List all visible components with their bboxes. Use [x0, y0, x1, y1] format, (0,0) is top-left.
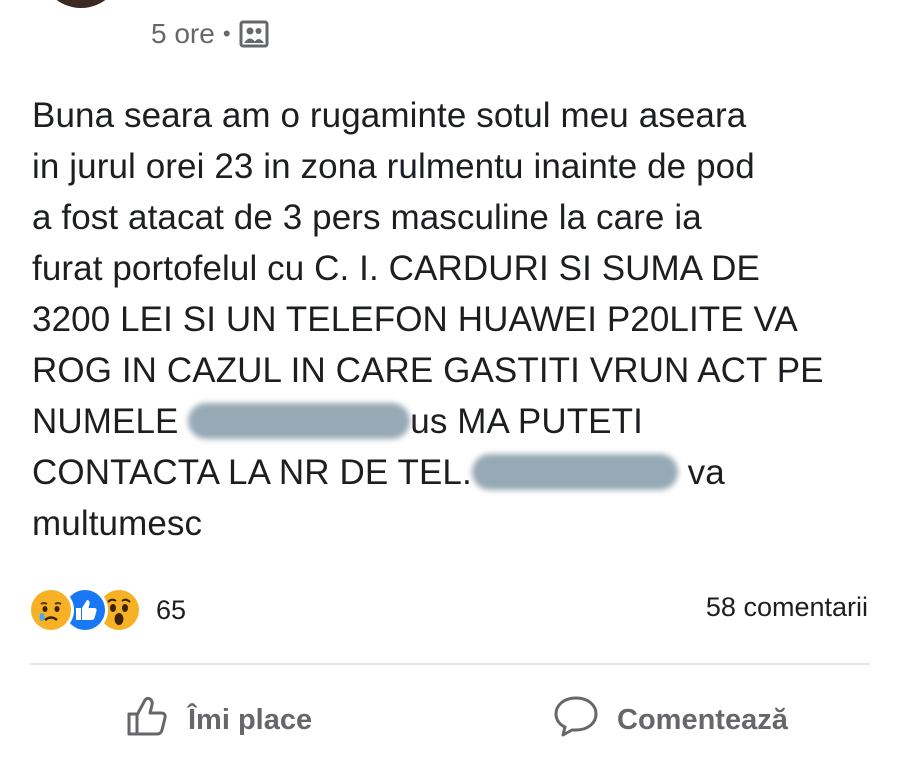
post-line-segment: va — [677, 453, 725, 492]
post-line-segment: NUMELE — [32, 402, 189, 441]
post-line: furat portofelul cu C. I. CARDURI SI SUM… — [32, 249, 760, 288]
reaction-summary[interactable]: 65 — [28, 587, 186, 633]
like-label: Îmi place — [188, 703, 313, 736]
friends-icon[interactable] — [239, 20, 269, 48]
post-body: Buna seara am o rugaminte sotul meu asea… — [32, 90, 882, 549]
redacted-name — [188, 402, 411, 439]
post-line-segment: us MA PUTETI — [410, 402, 643, 441]
comments-count[interactable]: 58 comentarii — [706, 592, 868, 623]
post-line: 3200 LEI SI UN TELEFON HUAWEI P20LITE VA — [32, 300, 798, 339]
post-time[interactable]: 5 ore — [151, 18, 215, 50]
post-line: multumesc — [32, 504, 203, 543]
divider — [30, 663, 870, 665]
author-avatar[interactable] — [40, 0, 122, 8]
thumbs-up-icon — [126, 694, 170, 746]
redacted-phone — [471, 453, 678, 490]
post-meta: 5 ore • — [151, 14, 269, 54]
sad-reaction-icon — [28, 587, 74, 633]
post-line: in jurul orei 23 in zona rulmentu inaint… — [32, 147, 755, 186]
post-line: CONTACTA LA NR DE TEL. va — [32, 447, 882, 498]
like-button[interactable]: Îmi place — [126, 690, 312, 750]
meta-separator: • — [222, 21, 231, 46]
comment-label: Comentează — [617, 703, 788, 736]
post-line-segment: CONTACTA LA NR DE TEL. — [32, 453, 472, 492]
reaction-count[interactable]: 65 — [156, 595, 186, 626]
post-line: a fost atacat de 3 pers masculine la car… — [32, 198, 702, 237]
post-line: ROG IN CAZUL IN CARE GASTITI VRUN ACT PE — [32, 351, 824, 390]
comment-button[interactable]: Comentează — [553, 690, 788, 750]
comment-icon — [553, 694, 599, 746]
post-line: Buna seara am o rugaminte sotul meu asea… — [32, 96, 747, 135]
post-line: NUMELE us MA PUTETI — [32, 396, 882, 447]
